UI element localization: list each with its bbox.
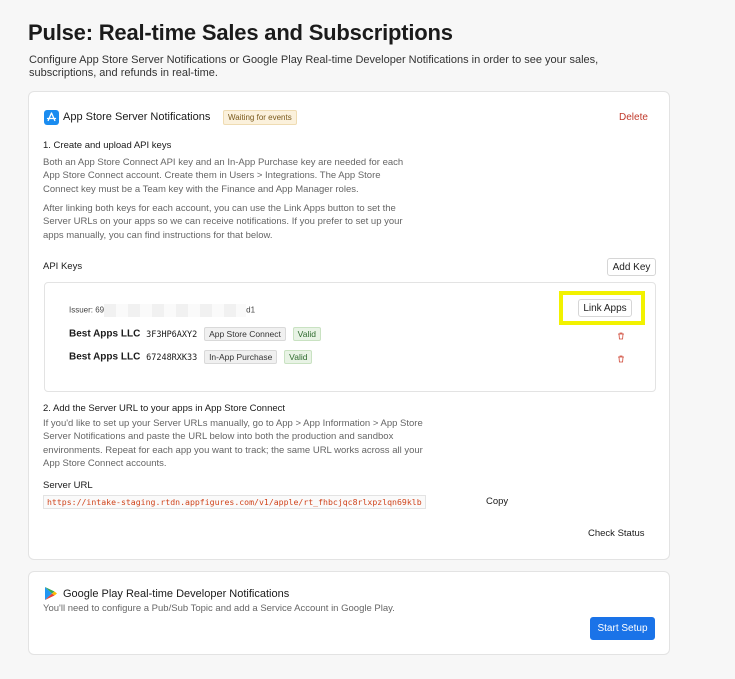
step1-paragraph-2: After linking both keys for each account… <box>43 203 403 241</box>
key-row: Best Apps LLC 3F3HP6AXY2 App Store Conne… <box>69 327 321 341</box>
page-title: Pulse: Real-time Sales and Subscriptions <box>28 20 453 45</box>
page-subtitle: Configure App Store Server Notifications… <box>29 54 599 79</box>
appstore-title: App Store Server Notifications <box>63 111 211 123</box>
copy-button[interactable]: Copy <box>486 496 508 507</box>
server-url-field[interactable]: https://intake-staging.rtdn.appfigures.c… <box>43 495 426 509</box>
key-status-badge: Valid <box>292 327 321 341</box>
step1-paragraph-1: Both an App Store Connect API key and an… <box>43 157 404 195</box>
key-account: Best Apps LLC <box>69 351 141 363</box>
api-keys-label: API Keys <box>43 261 83 272</box>
add-key-button[interactable]: Add Key <box>607 258 656 276</box>
key-type-badge: App Store Connect <box>204 327 286 341</box>
issuer-prefix: Issuer: 69 <box>69 305 105 315</box>
key-type-badge: In-App Purchase <box>204 350 278 364</box>
app-store-icon <box>44 110 59 125</box>
delete-button[interactable]: Delete <box>619 112 648 123</box>
googleplay-description: You'll need to configure a Pub/Sub Topic… <box>43 603 395 614</box>
trash-icon[interactable] <box>617 332 625 340</box>
googleplay-title: Google Play Real-time Developer Notifica… <box>63 588 290 600</box>
step2-title: 2. Add the Server URL to your apps in Ap… <box>43 403 286 414</box>
key-row: Best Apps LLC 67248RXK33 In-App Purchase… <box>69 350 313 364</box>
server-url-label: Server URL <box>43 480 93 491</box>
key-status-badge: Valid <box>284 350 313 364</box>
key-id: 67248RXK33 <box>146 352 198 363</box>
issuer-redacted <box>104 304 247 317</box>
check-status-button[interactable]: Check Status <box>588 528 645 539</box>
api-keys-panel: Issuer: 69 d1 Link Apps Best Apps LLC 3F3… <box>44 282 656 392</box>
appstore-card: App Store Server Notifications Waiting f… <box>28 91 670 560</box>
start-setup-button[interactable]: Start Setup <box>590 617 655 640</box>
issuer-row: Issuer: 69 d1 <box>69 304 255 317</box>
trash-icon[interactable] <box>617 355 625 363</box>
google-play-icon <box>44 586 58 601</box>
key-id: 3F3HP6AXY2 <box>146 329 198 340</box>
status-badge: Waiting for events <box>223 110 297 125</box>
link-apps-button[interactable]: Link Apps <box>578 299 632 317</box>
step2-paragraph: If you'd like to set up your Server URLs… <box>43 418 423 470</box>
googleplay-card: Google Play Real-time Developer Notifica… <box>28 571 670 655</box>
key-account: Best Apps LLC <box>69 328 141 340</box>
step1-title: 1. Create and upload API keys <box>43 140 172 151</box>
issuer-suffix: d1 <box>246 305 256 315</box>
